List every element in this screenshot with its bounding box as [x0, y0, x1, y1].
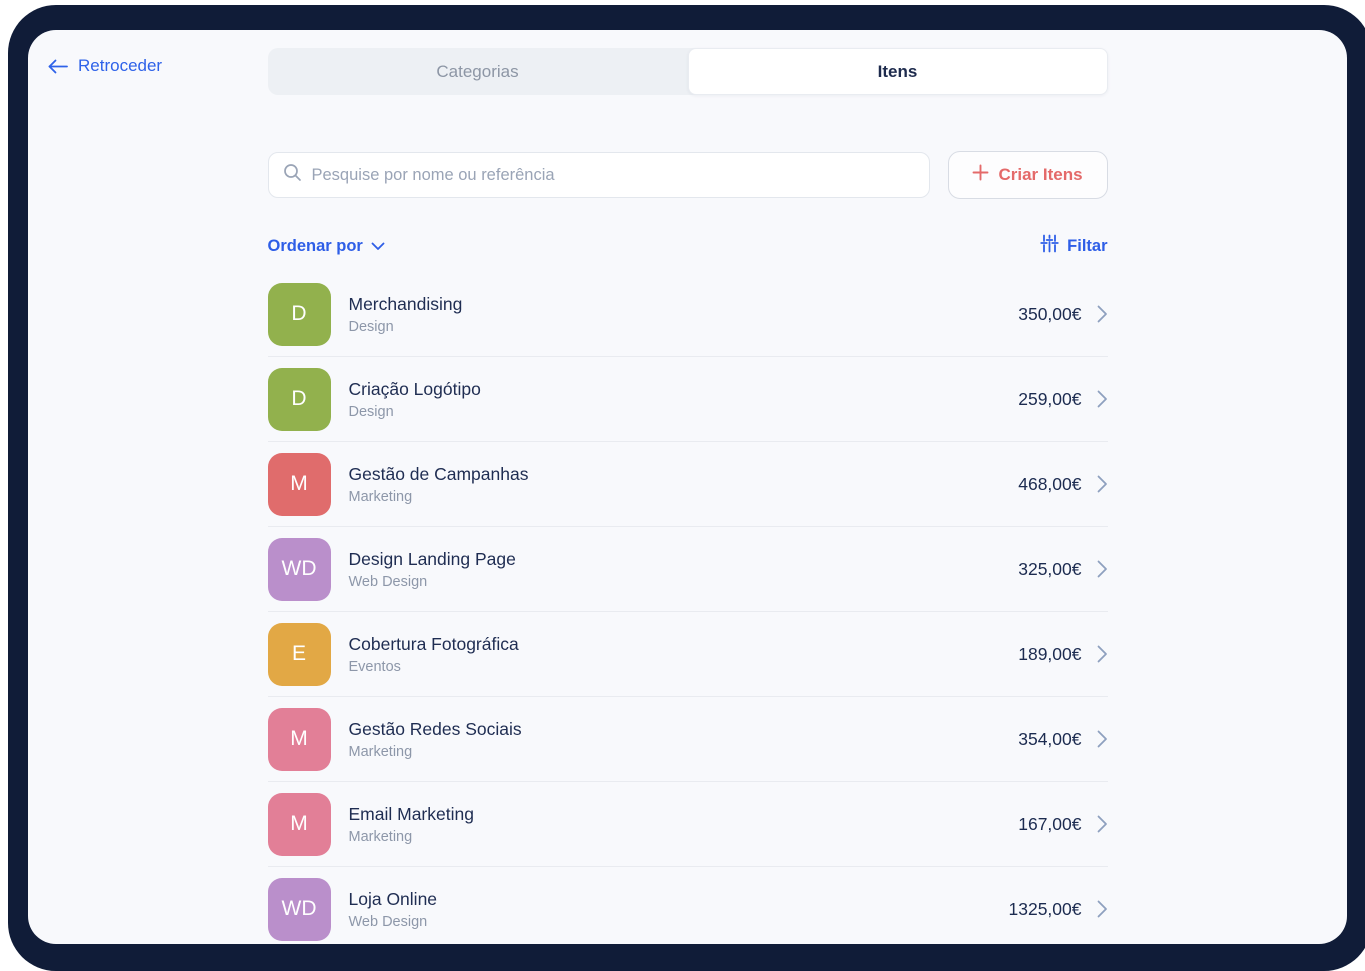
item-name: Merchandising — [349, 294, 463, 315]
item-avatar: WD — [268, 538, 331, 601]
chevron-right-icon — [1097, 900, 1108, 918]
item-avatar-initials: M — [290, 727, 308, 751]
item-text: Gestão Redes Sociais Marketing — [349, 719, 522, 760]
create-items-label: Criar Itens — [998, 165, 1082, 185]
item-name: Gestão Redes Sociais — [349, 719, 522, 740]
item-right: 468,00€ — [1018, 474, 1107, 495]
item-row[interactable]: M Email Marketing Marketing 167,00€ — [268, 782, 1108, 867]
item-text: Cobertura Fotográfica Eventos — [349, 634, 519, 675]
item-avatar-initials: M — [290, 472, 308, 496]
item-category: Eventos — [349, 659, 519, 675]
item-row[interactable]: M Gestão de Campanhas Marketing 468,00€ — [268, 442, 1108, 527]
item-text: Gestão de Campanhas Marketing — [349, 464, 529, 505]
item-price: 350,00€ — [1018, 304, 1081, 325]
item-category: Marketing — [349, 829, 474, 845]
app-screen: Retroceder Categorias Itens — [28, 30, 1347, 944]
item-right: 167,00€ — [1018, 814, 1107, 835]
item-text: Criação Logótipo Design — [349, 379, 481, 420]
item-name: Criação Logótipo — [349, 379, 481, 400]
item-category: Web Design — [349, 574, 516, 590]
back-label: Retroceder — [78, 56, 162, 76]
filter-sliders-icon — [1040, 234, 1059, 258]
chevron-right-icon — [1097, 730, 1108, 748]
search-input[interactable] — [312, 166, 915, 185]
chevron-right-icon — [1097, 560, 1108, 578]
chevron-down-icon — [371, 237, 385, 256]
chevron-right-icon — [1097, 390, 1108, 408]
chevron-right-icon — [1097, 645, 1108, 663]
chevron-right-icon — [1097, 305, 1108, 323]
item-name: Cobertura Fotográfica — [349, 634, 519, 655]
item-avatar: D — [268, 283, 331, 346]
filter-label: Filtar — [1067, 237, 1107, 256]
item-avatar: M — [268, 708, 331, 771]
item-text: Design Landing Page Web Design — [349, 549, 516, 590]
tab-categorias-label: Categorias — [436, 62, 518, 82]
search-box — [268, 152, 930, 198]
item-right: 325,00€ — [1018, 559, 1107, 580]
create-items-button[interactable]: Criar Itens — [948, 151, 1108, 199]
item-row[interactable]: E Cobertura Fotográfica Eventos 189,00€ — [268, 612, 1108, 697]
item-price: 189,00€ — [1018, 644, 1081, 665]
item-avatar-initials: M — [290, 812, 308, 836]
item-avatar: WD — [268, 878, 331, 941]
item-price: 1325,00€ — [1009, 899, 1082, 920]
chevron-right-icon — [1097, 475, 1108, 493]
item-row[interactable]: D Criação Logótipo Design 259,00€ — [268, 357, 1108, 442]
tab-itens-label: Itens — [878, 62, 918, 82]
item-avatar-initials: WD — [282, 897, 317, 921]
item-price: 167,00€ — [1018, 814, 1081, 835]
item-text: Loja Online Web Design — [349, 889, 438, 930]
item-avatar: E — [268, 623, 331, 686]
item-price: 325,00€ — [1018, 559, 1081, 580]
item-name: Design Landing Page — [349, 549, 516, 570]
tab-itens[interactable]: Itens — [688, 48, 1108, 95]
item-category: Design — [349, 319, 463, 335]
item-name: Gestão de Campanhas — [349, 464, 529, 485]
back-button[interactable]: Retroceder — [47, 56, 162, 76]
item-price: 259,00€ — [1018, 389, 1081, 410]
item-name: Email Marketing — [349, 804, 474, 825]
item-avatar-initials: D — [291, 302, 306, 326]
item-row[interactable]: D Merchandising Design 350,00€ — [268, 272, 1108, 357]
item-category: Marketing — [349, 489, 529, 505]
sort-button[interactable]: Ordenar por — [268, 237, 385, 256]
plus-icon — [972, 164, 989, 186]
filter-button[interactable]: Filtar — [1040, 234, 1107, 258]
search-icon — [283, 163, 312, 187]
item-row[interactable]: WD Loja Online Web Design 1325,00€ — [268, 867, 1108, 944]
item-text: Email Marketing Marketing — [349, 804, 474, 845]
item-right: 350,00€ — [1018, 304, 1107, 325]
search-row: Criar Itens — [268, 152, 1108, 199]
item-avatar-initials: E — [292, 642, 306, 666]
item-category: Web Design — [349, 914, 438, 930]
list-toolbar: Ordenar por Filtar — [268, 234, 1108, 258]
tab-switcher: Categorias Itens — [268, 48, 1108, 95]
item-category: Marketing — [349, 744, 522, 760]
item-avatar-initials: D — [291, 387, 306, 411]
sort-label: Ordenar por — [268, 237, 363, 256]
item-avatar: M — [268, 453, 331, 516]
items-list: D Merchandising Design 350,00€ D Criação… — [268, 272, 1108, 944]
item-text: Merchandising Design — [349, 294, 463, 335]
back-arrow-icon — [47, 59, 69, 74]
item-right: 354,00€ — [1018, 729, 1107, 750]
item-right: 189,00€ — [1018, 644, 1107, 665]
main-content: Categorias Itens — [268, 48, 1108, 944]
item-avatar: D — [268, 368, 331, 431]
item-row[interactable]: M Gestão Redes Sociais Marketing 354,00€ — [268, 697, 1108, 782]
item-row[interactable]: WD Design Landing Page Web Design 325,00… — [268, 527, 1108, 612]
item-price: 354,00€ — [1018, 729, 1081, 750]
item-price: 468,00€ — [1018, 474, 1081, 495]
item-avatar: M — [268, 793, 331, 856]
item-name: Loja Online — [349, 889, 438, 910]
item-right: 1325,00€ — [1009, 899, 1108, 920]
item-avatar-initials: WD — [282, 557, 317, 581]
item-category: Design — [349, 404, 481, 420]
item-right: 259,00€ — [1018, 389, 1107, 410]
chevron-right-icon — [1097, 815, 1108, 833]
tab-categorias[interactable]: Categorias — [268, 48, 688, 95]
